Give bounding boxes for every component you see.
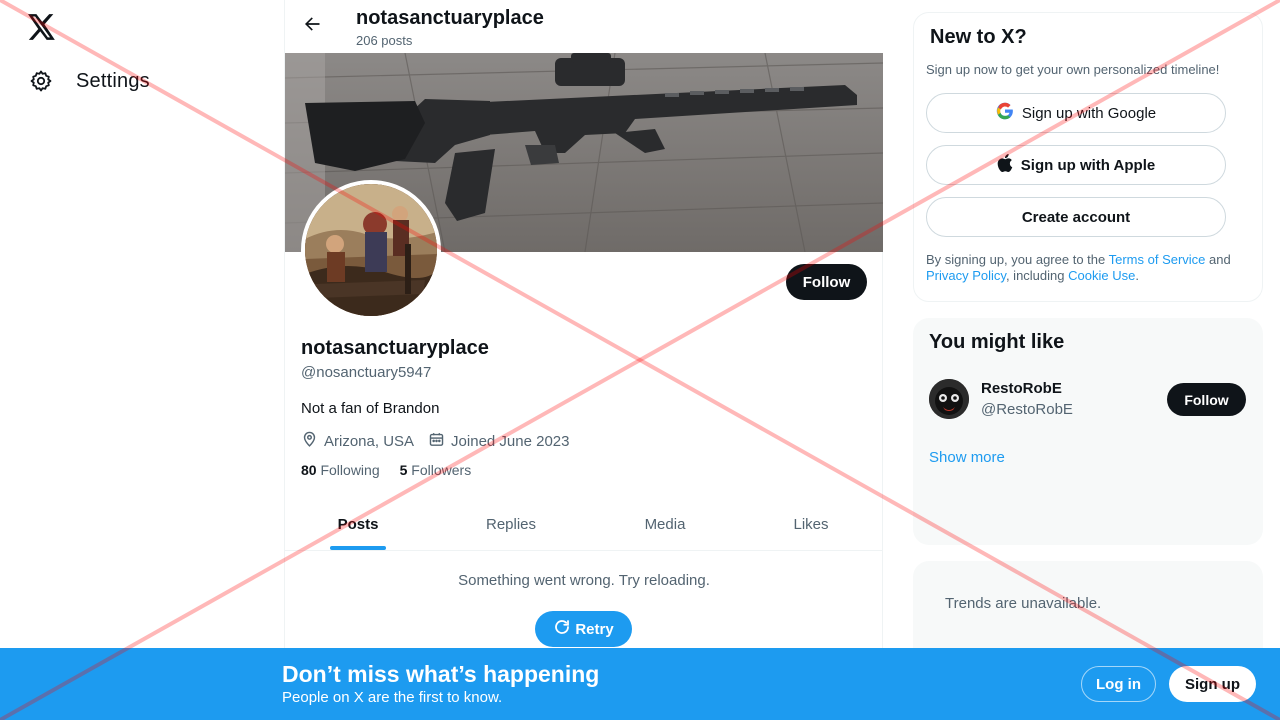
apple-icon	[997, 154, 1013, 176]
retry-button[interactable]: Retry	[535, 611, 632, 647]
following-label: Following	[320, 462, 380, 478]
profile-column: notasanctuaryplace 206 posts Follow nota…	[284, 0, 883, 720]
google-icon	[996, 102, 1014, 124]
suggestion-follow-button[interactable]: Follow	[1167, 383, 1246, 416]
profile-name: notasanctuaryplace	[301, 337, 489, 359]
nav-settings[interactable]: Settings	[28, 68, 150, 94]
profile-bio: Not a fan of Brandon	[301, 400, 440, 417]
location-text: Arizona, USA	[324, 433, 415, 450]
login-button[interactable]: Log in	[1081, 666, 1156, 702]
profile-location: Arizona, USA	[301, 431, 414, 452]
tab-posts[interactable]: Posts	[285, 498, 431, 550]
privacy-link[interactable]: Privacy Policy	[926, 268, 1006, 283]
suggestion-handle: @RestoRobE	[981, 401, 1073, 418]
gear-icon	[28, 68, 54, 94]
signup-legal-text: By signing up, you agree to the Terms of…	[926, 252, 1256, 284]
left-nav: Settings	[0, 0, 284, 720]
arrow-left-icon	[302, 14, 322, 39]
profile-joined: Joined June 2023	[428, 431, 569, 452]
signup-google-button[interactable]: Sign up with Google	[926, 93, 1226, 133]
trends-unavailable-message: Trends are unavailable.	[945, 595, 1102, 612]
profile-meta: Arizona, USA Joined June 2023	[301, 431, 583, 452]
profile-tabs: Posts Replies Media Likes	[285, 498, 883, 551]
signup-card-subtitle: Sign up now to get your own personalized…	[926, 62, 1220, 77]
profile-follow-stats: 80 Following 5 Followers	[301, 462, 491, 478]
retry-label: Retry	[575, 620, 614, 638]
signup-card-title: New to X?	[930, 26, 1027, 48]
joined-text: Joined June 2023	[451, 433, 570, 450]
x-logo-icon[interactable]	[28, 14, 56, 42]
legal-and: and	[1205, 252, 1231, 267]
followers-link[interactable]: 5 Followers	[400, 462, 472, 478]
signup-apple-button[interactable]: Sign up with Apple	[926, 145, 1226, 185]
profile-header-bar: notasanctuaryplace 206 posts	[285, 0, 883, 53]
show-more-link[interactable]: Show more	[929, 449, 1005, 466]
back-button[interactable]	[297, 11, 327, 41]
profile-avatar[interactable]	[301, 180, 441, 320]
header-posts-count: 206 posts	[356, 33, 413, 48]
tab-replies[interactable]: Replies	[431, 498, 591, 550]
follow-button[interactable]: Follow	[786, 264, 867, 300]
refresh-icon	[553, 618, 571, 640]
terms-link[interactable]: Terms of Service	[1109, 252, 1206, 267]
feed-error-message: Something went wrong. Try reloading.	[458, 572, 710, 589]
legal-including: , including	[1005, 268, 1069, 283]
who-to-follow-card: You might like RestoRobE @RestoRobE Foll…	[913, 318, 1263, 545]
legal-prefix: By signing up, you agree to the	[926, 252, 1109, 267]
bottom-signup-banner: Don’t miss what’s happening People on X …	[0, 648, 1280, 720]
signup-card: New to X? Sign up now to get your own pe…	[913, 12, 1263, 302]
suggestion-name[interactable]: RestoRobE	[981, 380, 1062, 397]
cookie-link[interactable]: Cookie Use	[1068, 268, 1135, 283]
signup-button[interactable]: Sign up	[1169, 666, 1256, 702]
followers-label: Followers	[411, 462, 472, 478]
calendar-icon	[428, 431, 445, 452]
bottom-banner-subtitle: People on X are the first to know.	[282, 689, 503, 706]
suggestion-avatar[interactable]	[929, 379, 969, 419]
tab-likes[interactable]: Likes	[739, 498, 883, 550]
profile-handle: @nosanctuary5947	[301, 364, 432, 381]
signup-google-label: Sign up with Google	[1021, 104, 1157, 122]
header-profile-name: notasanctuaryplace	[356, 7, 544, 29]
signup-apple-label: Sign up with Apple	[1020, 156, 1156, 174]
tab-media[interactable]: Media	[591, 498, 739, 550]
create-account-button[interactable]: Create account	[926, 197, 1226, 237]
nav-settings-label: Settings	[76, 69, 150, 92]
location-pin-icon	[301, 431, 318, 452]
following-link[interactable]: 80 Following	[301, 462, 380, 478]
legal-end: .	[1135, 268, 1139, 283]
who-to-follow-title: You might like	[929, 331, 1065, 353]
bottom-banner-title: Don’t miss what’s happening	[282, 661, 600, 687]
following-count: 80	[301, 462, 317, 478]
followers-count: 5	[399, 462, 408, 478]
